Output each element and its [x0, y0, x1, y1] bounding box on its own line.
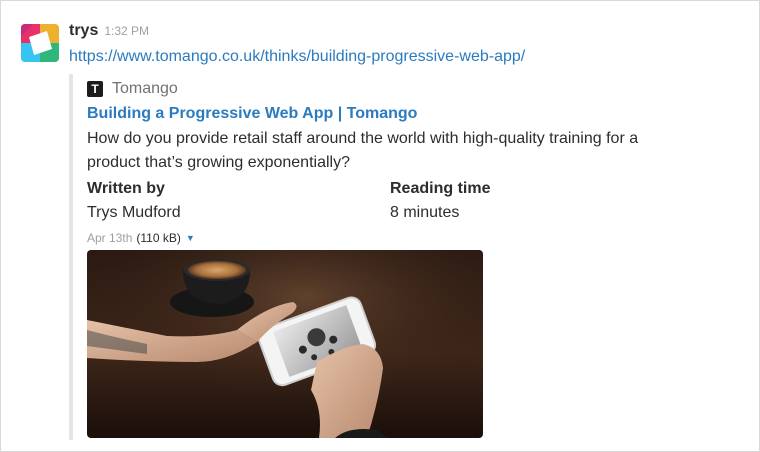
attachment-fields: Written by Trys Mudford Reading time 8 m… [87, 177, 727, 225]
attachment-title[interactable]: Building a Progressive Web App | Tomango [87, 102, 727, 126]
field-value: 8 minutes [390, 204, 460, 221]
provider-name: Tomango [112, 80, 178, 97]
field-title: Written by [87, 180, 165, 197]
message-timestamp[interactable]: 1:32 PM [104, 24, 149, 38]
message: trys 1:32 PM https://www.tomango.co.uk/t… [69, 22, 739, 67]
link-unfurl-attachment: T Tomango Building a Progressive Web App… [69, 74, 727, 440]
message-header: trys 1:32 PM [69, 22, 739, 44]
field-reading-time: Reading time 8 minutes [390, 177, 693, 225]
image-date: Apr 13th [87, 231, 133, 245]
field-value: Trys Mudford [87, 204, 181, 221]
image-meta: Apr 13th (110 kB) ▼ [87, 229, 727, 247]
sender-name[interactable]: trys [69, 22, 98, 40]
image-size: (110 kB) [136, 231, 181, 245]
preview-image[interactable] [87, 250, 483, 438]
field-title: Reading time [390, 180, 491, 197]
field-written-by: Written by Trys Mudford [87, 177, 390, 225]
provider-icon: T [87, 81, 103, 97]
phone-photo-image [87, 250, 483, 438]
attachment-description: How do you provide retail staff around t… [87, 130, 639, 171]
avatar[interactable] [21, 24, 59, 62]
caret-down-icon[interactable]: ▼ [186, 233, 195, 243]
message-link[interactable]: https://www.tomango.co.uk/thinks/buildin… [69, 47, 739, 67]
attachment-provider: T Tomango [87, 77, 727, 101]
slack-logo-icon [21, 24, 59, 62]
